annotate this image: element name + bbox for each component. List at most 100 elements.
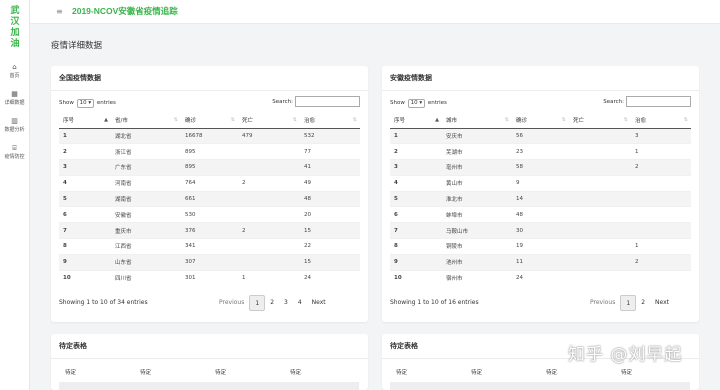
table-row: 5 淮北市 14 [390,190,691,207]
column-header-province[interactable]: 省/市 ⇅ [111,113,181,129]
sort-icon: ⇅ [623,117,628,123]
previous-button[interactable]: Previous [214,295,249,311]
logo-char: 武 [10,6,20,16]
column-header-index[interactable]: 序号 ▲ [390,113,442,129]
table-cell: 532 [300,127,360,144]
page-length-control: Show 10 ▾ entries [59,98,116,108]
page-button[interactable]: 2 [636,295,650,311]
column-header-deaths[interactable]: 死亡 ⇅ [238,113,300,129]
table-cell [631,190,691,207]
table-cell: 764 [181,174,238,192]
next-button[interactable]: Next [650,295,674,311]
column-header-confirmed[interactable]: 确诊 ⇅ [512,113,569,129]
column-header[interactable]: 待定 [209,368,284,376]
table-cell [238,190,300,207]
column-header[interactable]: 待定 [59,368,134,376]
table-row: 2 浙江省 895 77 [59,143,360,160]
panel-title: 待定表格 [390,342,418,350]
table-cell: 41 [300,159,360,176]
column-header-recovered[interactable]: 治愈 ⇅ [300,113,360,129]
divider [51,358,368,359]
column-header[interactable]: 待定 [540,368,615,376]
sidebar-item-analysis[interactable]: ▥ 数据分析 [0,116,29,143]
column-header[interactable]: 待定 [390,368,465,376]
table-row: 8 铜陵市 19 1 [390,238,691,255]
table-cell [569,253,631,271]
table-row: 3 亳州市 58 2 [390,159,691,176]
sort-asc-icon: ▲ [435,117,439,123]
table-row-partial [390,382,690,390]
table-row: 5 湖南省 661 48 [59,190,360,207]
table-row: 10 四川省 301 1 24 [59,269,360,286]
table-cell: 301 [181,269,238,286]
table-cell: 56 [512,127,569,144]
bar-chart-icon: ▥ [11,117,18,125]
table-info: Showing 1 to 10 of 34 entries [59,299,148,306]
panel-title: 待定表格 [59,342,87,350]
column-header[interactable]: 待定 [465,368,540,376]
menu-icon[interactable]: ≡ [56,7,63,17]
anhui-table-body: 1 安庆市 56 3 2 芜湖市 23 1 3 亳州市 58 2 4 黄山市 9 5 淮北市 14 6 蚌埠市 48 7 马… [390,127,691,286]
logo: 武 汉 加 油 [0,0,30,50]
search-input[interactable] [626,96,691,107]
page-button[interactable]: 2 [265,295,279,311]
page-length-select[interactable]: 10 ▾ [76,99,95,108]
sort-asc-icon: ▲ [104,117,108,123]
next-button[interactable]: Next [307,295,331,311]
table-cell [569,222,631,239]
table-cell: 2 [390,143,442,160]
table-cell: 376 [181,222,238,239]
previous-button[interactable]: Previous [585,295,620,311]
table-row: 8 江西省 341 22 [59,238,360,255]
table-search: Search: [272,96,360,108]
divider [382,90,699,91]
sidebar-item-label: 首页 [9,73,20,79]
sort-icon: ⇅ [352,117,357,123]
table-cell: 3 [59,159,111,176]
top-bar: ≡ 2019-NCOV安徽省疫情追踪 [30,0,720,24]
page-button[interactable]: 4 [293,295,307,311]
column-header-city[interactable]: 城市 ⇅ [442,113,512,129]
table-cell: 16678 [181,127,238,144]
app-title: 2019-NCOV安徽省疫情追踪 [72,6,178,16]
table-cell: 湖南省 [111,190,181,207]
page-button[interactable]: 3 [279,295,293,311]
page-button[interactable]: 1 [249,295,266,311]
header-label: 治愈 [304,118,316,125]
table-cell: 2 [238,174,300,192]
table-cell: 341 [181,238,238,255]
column-header-confirmed[interactable]: 确诊 ⇅ [181,113,238,129]
table-cell: 22 [300,238,360,255]
table-cell [631,206,691,223]
table-cell: 8 [59,238,111,255]
table-row: 9 池州市 11 2 [390,253,691,271]
table-cell: 24 [512,269,569,286]
table-cell: 479 [238,127,300,144]
page-button[interactable]: 1 [620,295,637,311]
table-cell: 9 [59,253,111,271]
column-header[interactable]: 待定 [284,368,359,376]
divider [51,90,368,91]
table-cell [569,159,631,176]
search-input[interactable] [295,96,360,107]
table-cell: 3 [390,159,442,176]
column-header[interactable]: 待定 [615,368,690,376]
table-row: 1 安庆市 56 3 [390,127,691,144]
column-header-deaths[interactable]: 死亡 ⇅ [569,113,631,129]
column-header[interactable]: 待定 [134,368,209,376]
table-row: 9 山东省 307 15 [59,253,360,271]
header-label: 序号 [394,118,406,125]
table-cell: 48 [512,206,569,223]
page-length-select[interactable]: 10 ▾ [407,99,426,108]
page-length-control: Show 10 ▾ entries [390,98,447,108]
table-cell: 1 [631,143,691,160]
column-header-index[interactable]: 序号 ▲ [59,113,111,129]
sidebar-item-details[interactable]: ▦ 详细数据 [0,89,29,116]
column-header-recovered[interactable]: 治愈 ⇅ [631,113,691,129]
sidebar-item-home[interactable]: ⌂ 首页 [0,62,29,89]
table-cell: 1 [59,127,111,144]
sidebar-item-prevention[interactable]: ⌸ 疫情防控 [0,143,29,170]
table-cell [569,206,631,223]
panel-title: 全国疫情数据 [59,74,101,82]
table-cell: 2 [238,222,300,239]
